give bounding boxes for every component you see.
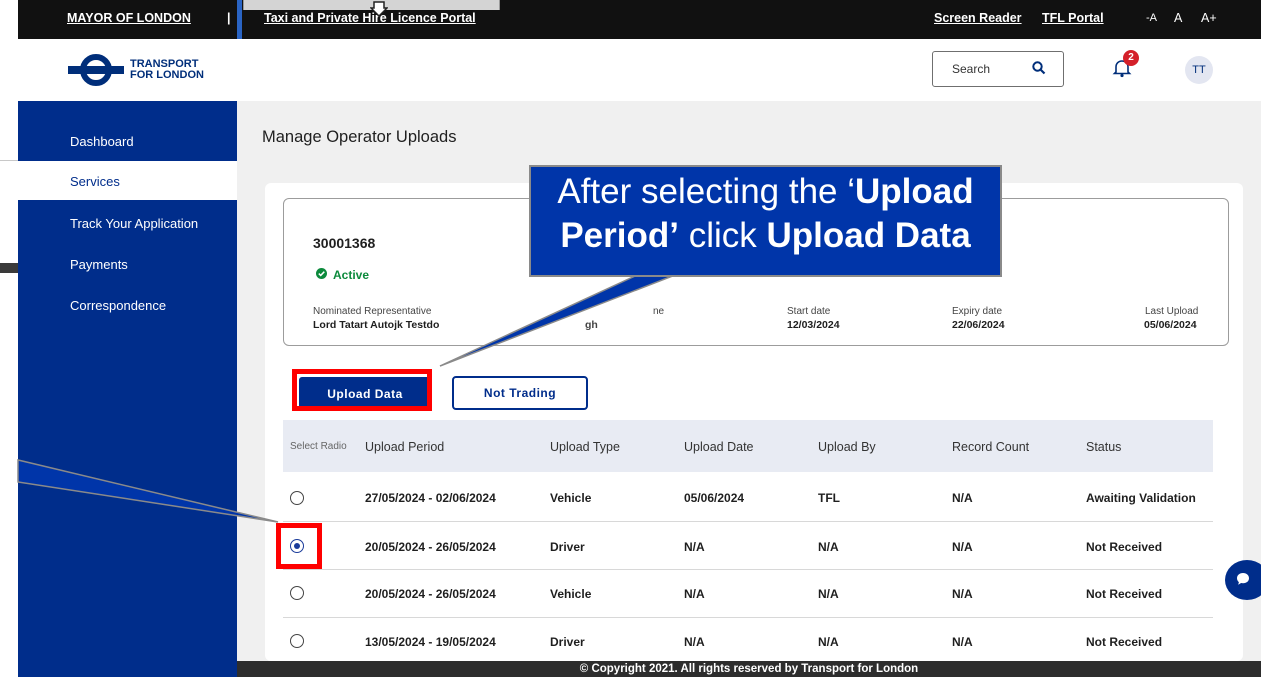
- callout-text: After selecting the ‘Upload Period’ clic…: [529, 170, 1002, 258]
- callout-text-bold: Upload: [855, 172, 974, 211]
- callout-text-bold: Period’: [560, 216, 679, 255]
- callout-text-part: click: [678, 216, 767, 255]
- callout-text-bold: Upload Data: [766, 216, 971, 255]
- callout-text-part: After selecting the ‘: [557, 172, 856, 211]
- callout-pointer: [17, 269, 689, 523]
